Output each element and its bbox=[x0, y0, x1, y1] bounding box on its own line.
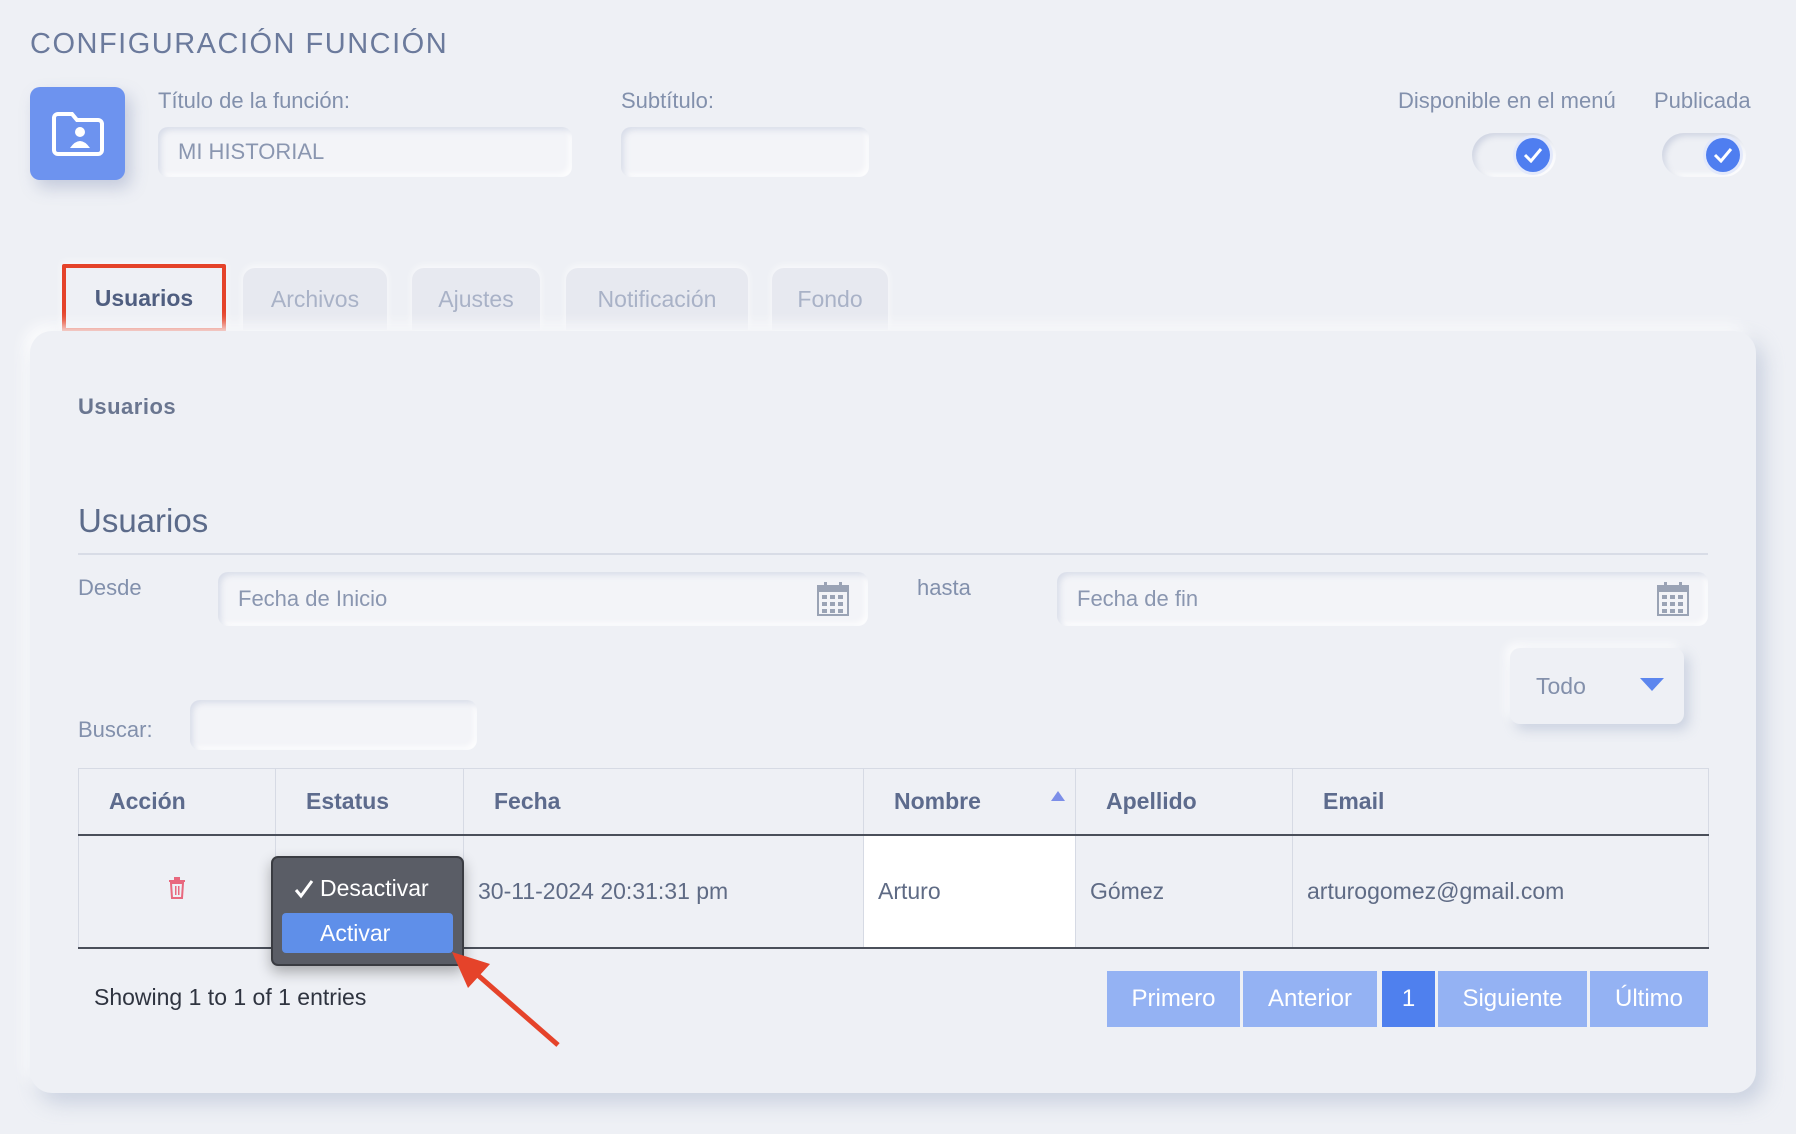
end-date-placeholder: Fecha de fin bbox=[1077, 586, 1199, 611]
section-label: Usuarios bbox=[78, 394, 177, 419]
tab-ajustes[interactable]: Ajustes bbox=[412, 268, 540, 330]
check-icon bbox=[1706, 138, 1740, 172]
check-icon bbox=[294, 878, 314, 905]
dropdown-option-activar[interactable]: Activar bbox=[282, 913, 453, 953]
lastname-cell: Gómez bbox=[1075, 834, 1293, 949]
previous-page-button[interactable]: Anterior bbox=[1243, 971, 1377, 1027]
column-header-email[interactable]: Email bbox=[1292, 768, 1709, 836]
start-date-input[interactable]: Fecha de Inicio bbox=[218, 572, 868, 626]
name-cell: Arturo bbox=[863, 834, 1076, 949]
caret-down-icon bbox=[1640, 678, 1664, 691]
sort-asc-icon bbox=[1051, 791, 1065, 801]
last-page-button[interactable]: Último bbox=[1590, 971, 1708, 1027]
tab-fondo[interactable]: Fondo bbox=[772, 268, 888, 330]
column-header-nombre-label: Nombre bbox=[894, 787, 981, 814]
subtitle-input[interactable] bbox=[621, 127, 869, 177]
column-header-apellido[interactable]: Apellido bbox=[1075, 768, 1293, 836]
start-date-placeholder: Fecha de Inicio bbox=[238, 586, 388, 611]
from-label: Desde bbox=[78, 575, 142, 600]
page-1-button[interactable]: 1 bbox=[1382, 971, 1435, 1027]
tab-usuarios[interactable]: Usuarios bbox=[62, 264, 226, 332]
menu-toggle-label: Disponible en el menú bbox=[1398, 88, 1616, 113]
menu-toggle[interactable] bbox=[1472, 133, 1556, 177]
title-label: Título de la función: bbox=[158, 88, 351, 113]
column-header-accion[interactable]: Acción bbox=[78, 768, 276, 836]
published-toggle-label: Publicada bbox=[1654, 88, 1751, 113]
column-header-fecha[interactable]: Fecha bbox=[463, 768, 864, 836]
to-label: hasta bbox=[917, 575, 971, 600]
column-header-estatus[interactable]: Estatus bbox=[275, 768, 464, 836]
search-label: Buscar: bbox=[78, 717, 153, 742]
status-filter-value: Todo bbox=[1536, 672, 1586, 699]
column-header-nombre[interactable]: Nombre bbox=[863, 768, 1076, 836]
page-title: CONFIGURACIÓN FUNCIÓN bbox=[30, 28, 449, 60]
table-header-row: Acción Estatus Fecha Nombre Apellido Ema… bbox=[78, 768, 1709, 836]
tab-notificacion[interactable]: Notificación bbox=[566, 268, 748, 330]
first-page-button[interactable]: Primero bbox=[1107, 971, 1240, 1027]
status-dropdown-menu: Desactivar Activar bbox=[271, 856, 464, 966]
calendar-icon[interactable] bbox=[1656, 581, 1690, 623]
section-title: Usuarios bbox=[78, 502, 209, 539]
search-input[interactable] bbox=[190, 700, 477, 750]
end-date-input[interactable]: Fecha de fin bbox=[1057, 572, 1708, 626]
published-toggle[interactable] bbox=[1662, 133, 1746, 177]
subtitle-label: Subtítulo: bbox=[621, 88, 714, 113]
action-cell bbox=[78, 834, 276, 949]
status-filter-select[interactable]: Todo bbox=[1510, 648, 1684, 724]
title-input[interactable]: MI HISTORIAL bbox=[158, 127, 572, 177]
check-icon bbox=[1516, 138, 1550, 172]
divider bbox=[78, 553, 1708, 555]
email-cell: arturogomez@gmail.com bbox=[1292, 834, 1709, 949]
next-page-button[interactable]: Siguiente bbox=[1438, 971, 1587, 1027]
date-cell: 30-11-2024 20:31:31 pm bbox=[463, 834, 864, 949]
calendar-icon[interactable] bbox=[816, 581, 850, 623]
dropdown-option-desactivar-label: Desactivar bbox=[320, 874, 429, 901]
dropdown-option-desactivar[interactable]: Desactivar bbox=[282, 868, 453, 908]
folder-user-icon bbox=[30, 87, 125, 180]
entries-info: Showing 1 to 1 of 1 entries bbox=[94, 984, 367, 1010]
trash-icon[interactable] bbox=[168, 877, 186, 904]
tab-archivos[interactable]: Archivos bbox=[243, 268, 387, 330]
